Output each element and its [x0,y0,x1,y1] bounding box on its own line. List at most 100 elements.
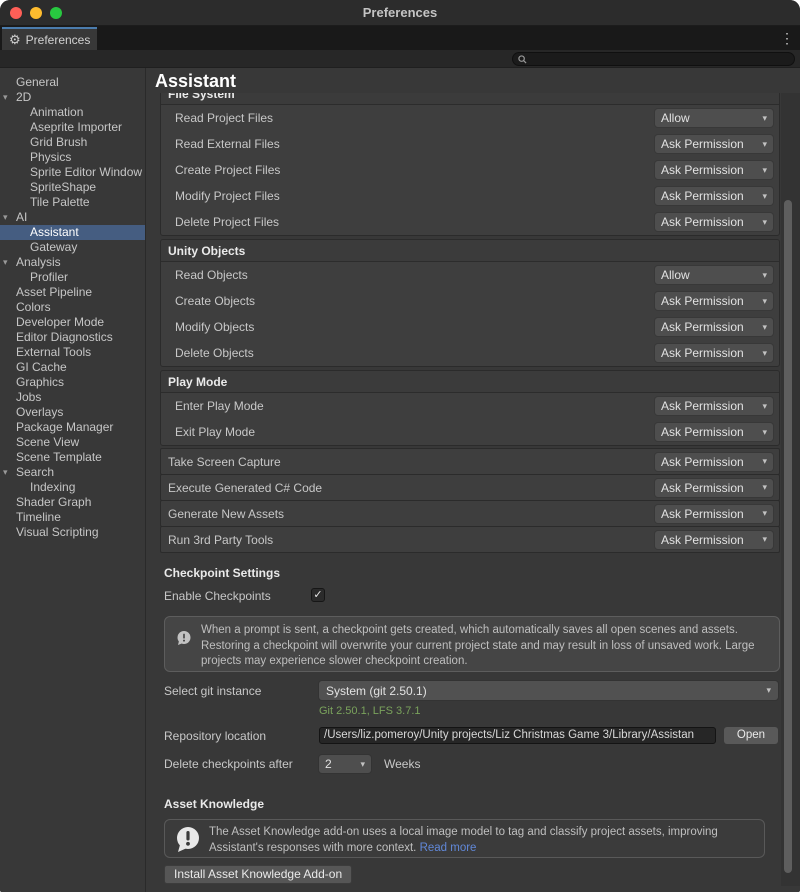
sidebar-item-animation[interactable]: Animation [0,105,145,120]
sidebar-item-ai[interactable]: ▾AI [0,210,145,225]
sidebar-item-label: Package Manager [16,420,113,434]
sidebar-item-scene-view[interactable]: Scene View [0,435,145,450]
permission-label: Create Objects [175,294,255,308]
permission-dropdown[interactable]: Ask Permission▾ [655,531,773,549]
dropdown-value: Ask Permission [661,320,744,334]
permission-dropdown[interactable]: Ask Permission▾ [655,292,773,310]
sidebar-item-spriteshape[interactable]: SpriteShape [0,180,145,195]
sidebar-item-visual-scripting[interactable]: Visual Scripting [0,525,145,540]
dropdown-value: Ask Permission [661,189,744,203]
expander-caret-icon[interactable]: ▾ [3,90,8,105]
permission-dropdown[interactable]: Allow▾ [655,266,773,284]
dropdown-value: Allow [661,111,690,125]
sidebar-item-label: General [16,75,59,89]
settings-panel: Assistant File SystemRead Project FilesA… [147,68,800,892]
permission-row: Exit Play ModeAsk Permission▾ [161,419,779,445]
dropdown-value: 2 [325,757,332,771]
repository-location-field[interactable]: /Users/liz.pomeroy/Unity projects/Liz Ch… [319,727,716,744]
sidebar-item-label: External Tools [16,345,91,359]
permission-dropdown[interactable]: Ask Permission ▾ [655,344,773,362]
sidebar-item-asset-pipeline[interactable]: Asset Pipeline [0,285,145,300]
sidebar-item-label: Editor Diagnostics [16,330,113,344]
sidebar-item-sprite-editor-window[interactable]: Sprite Editor Window [0,165,145,180]
sidebar-item-gateway[interactable]: Gateway [0,240,145,255]
permission-dropdown[interactable]: Ask Permission▾ [655,397,773,415]
permission-dropdown[interactable]: Ask Permission▾ [655,187,773,205]
search-box[interactable] [512,52,795,66]
permission-dropdown[interactable]: Ask Permission▾ [655,453,773,471]
section-header: File System [161,93,779,105]
sidebar-item-gi-cache[interactable]: GI Cache [0,360,145,375]
git-instance-dropdown[interactable]: System (git 2.50.1) ▾ [319,681,778,700]
search-input[interactable] [531,54,781,65]
permission-dropdown[interactable]: Allow▾ [655,109,773,127]
sidebar-item-external-tools[interactable]: External Tools [0,345,145,360]
permission-section-unity-objects: Unity ObjectsRead ObjectsAllow▾Create Ob… [160,239,780,367]
scrollbar-thumb[interactable] [784,200,792,873]
sidebar-item-graphics[interactable]: Graphics [0,375,145,390]
sidebar-item-profiler[interactable]: Profiler [0,270,145,285]
sidebar-item-colors[interactable]: Colors [0,300,145,315]
permission-dropdown[interactable]: Ask Permission▾ [655,213,773,231]
sidebar-item-general[interactable]: General [0,75,145,90]
permission-dropdown[interactable]: Ask Permission▾ [655,135,773,153]
permission-row: Execute Generated C# CodeAsk Permission▾ [160,474,780,501]
chevron-down-icon: ▾ [762,217,767,228]
dropdown-value: Ask Permission [661,346,744,360]
sidebar-item-label: 2D [16,90,31,104]
permission-row: Modify ObjectsAsk Permission▾ [161,314,779,340]
sidebar-item-timeline[interactable]: Timeline [0,510,145,525]
read-more-link[interactable]: Read more [420,842,477,854]
sidebar: General ▾ 2DAnimationAseprite ImporterGrid… [0,68,146,892]
sidebar-item-analysis[interactable]: ▾Analysis [0,255,145,270]
delete-after-dropdown[interactable]: 2 ▾ [319,755,371,773]
tab-preferences[interactable]: ⚙ Preferences [2,27,97,50]
dropdown-value: Ask Permission [661,294,744,308]
section-header: Unity Objects [161,240,779,262]
window-menu-button[interactable]: ⋮ [780,30,794,47]
permission-dropdown[interactable]: Ask Permission▾ [655,161,773,179]
scrollbar-track[interactable] [781,93,800,886]
tab-bar: ⚙ Preferences ⋮ [0,26,800,50]
permission-dropdown[interactable]: Ask Permission▾ [655,318,773,336]
sidebar-item-overlays[interactable]: Overlays [0,405,145,420]
dropdown-value: Ask Permission [661,533,744,547]
sidebar-item-2d[interactable]: ▾ 2D [0,90,145,105]
sidebar-item-tile-palette[interactable]: Tile Palette [0,195,145,210]
enable-checkpoints-checkbox[interactable]: ✓ [311,588,325,602]
permission-dropdown[interactable]: Ask Permission▾ [655,423,773,441]
sidebar-item-physics[interactable]: Physics [0,150,145,165]
dropdown-value: Ask Permission [661,399,744,413]
sidebar-item-shader-graph[interactable]: Shader Graph [0,495,145,510]
expander-caret-icon[interactable]: ▾ [3,465,8,480]
sidebar-item-scene-template[interactable]: Scene Template [0,450,145,465]
sidebar-item-label: Colors [16,300,51,314]
sidebar-item-developer-mode[interactable]: Developer Mode [0,315,145,330]
warning-bubble-icon [176,630,192,646]
git-instance-label: Select git instance [164,684,261,698]
sidebar-item-aseprite-importer[interactable]: Aseprite Importer [0,120,145,135]
permission-row: Read External FilesAsk Permission▾ [161,131,779,157]
expander-caret-icon[interactable]: ▾ [3,255,8,270]
sidebar-item-search[interactable]: ▾Search [0,465,145,480]
permission-row: Generate New AssetsAsk Permission▾ [160,500,780,527]
sidebar-item-label: GI Cache [16,360,67,374]
open-repository-button[interactable]: Open [724,727,778,744]
sidebar-item-assistant[interactable]: Assistant [0,225,145,240]
sidebar-item-grid-brush[interactable]: Grid Brush [0,135,145,150]
sidebar-item-editor-diagnostics[interactable]: Editor Diagnostics [0,330,145,345]
chevron-down-icon: ▾ [762,165,767,176]
chevron-down-icon: ▾ [762,348,767,359]
expander-caret-icon[interactable]: ▾ [3,210,8,225]
sidebar-item-package-manager[interactable]: Package Manager [0,420,145,435]
permission-label: Create Project Files [175,163,280,177]
sidebar-item-jobs[interactable]: Jobs [0,390,145,405]
permission-dropdown[interactable]: Ask Permission▾ [655,479,773,497]
weeks-unit-label: Weeks [384,757,420,771]
permission-label: Read Project Files [175,111,273,125]
permission-section-play-mode: Play ModeEnter Play ModeAsk Permission▾E… [160,370,780,446]
checkpoint-settings-header: Checkpoint Settings [164,566,280,580]
install-asset-knowledge-button[interactable]: Install Asset Knowledge Add-on [164,865,352,884]
sidebar-item-indexing[interactable]: Indexing [0,480,145,495]
permission-dropdown[interactable]: Ask Permission▾ [655,505,773,523]
